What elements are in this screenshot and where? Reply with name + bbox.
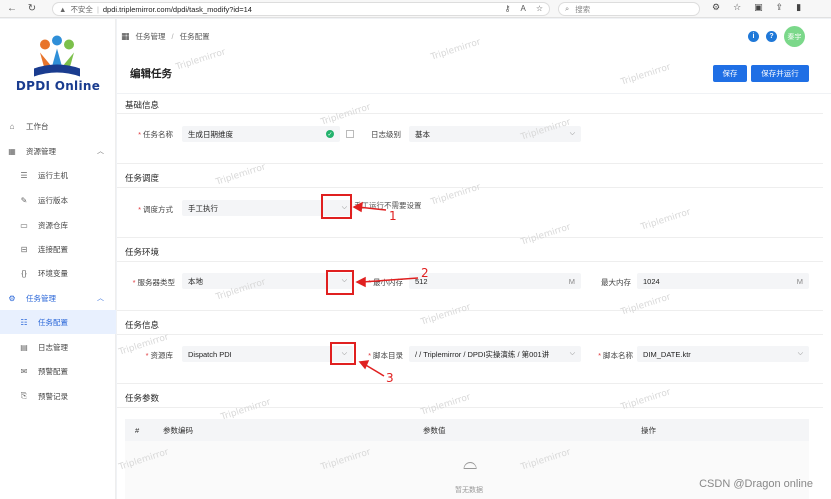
csdn-watermark: CSDN @Dragon online <box>699 478 813 490</box>
annotation-number-2: 2 <box>421 266 429 280</box>
annotation-number-3: 3 <box>386 371 394 385</box>
annotation-arrows <box>352 201 419 377</box>
annotation-number-1: 1 <box>389 209 397 223</box>
